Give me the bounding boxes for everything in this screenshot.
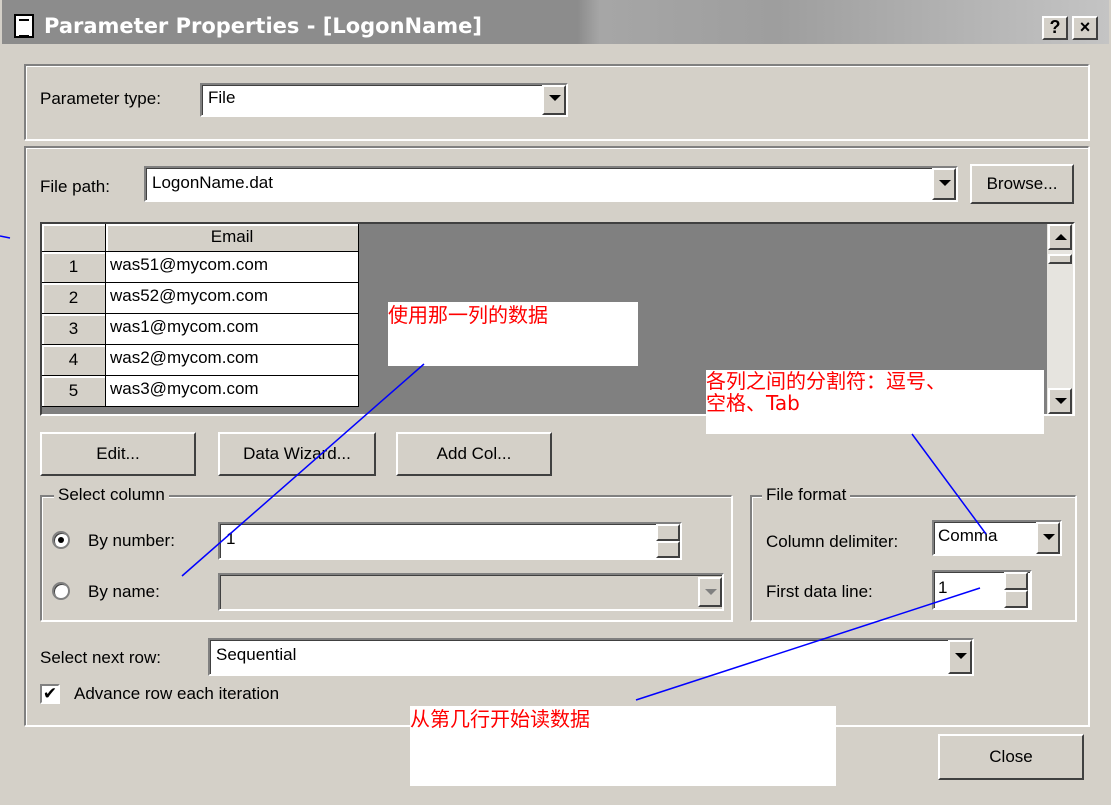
column-delimiter-value: Comma: [938, 526, 998, 545]
add-col-button[interactable]: Add Col...: [396, 432, 552, 476]
by-number-label[interactable]: By number:: [88, 531, 175, 551]
by-name-label[interactable]: By name:: [88, 582, 160, 602]
window-title: Parameter Properties - [LogonName]: [44, 14, 483, 38]
column-delimiter-dropdown-button[interactable]: [1036, 522, 1060, 554]
file-path-label: File path:: [40, 177, 110, 196]
row-number[interactable]: 2: [42, 283, 106, 314]
browse-button[interactable]: Browse...: [970, 164, 1074, 204]
first-data-line-value: 1: [938, 578, 948, 597]
row-number[interactable]: 1: [42, 252, 106, 283]
scroll-thumb[interactable]: [1048, 254, 1072, 264]
scroll-up-button[interactable]: [1048, 224, 1072, 250]
column-number-spinner[interactable]: [656, 524, 680, 558]
advance-row-checkbox[interactable]: ✔: [40, 684, 60, 704]
file-format-group-label: File format: [762, 485, 851, 505]
row-number[interactable]: 5: [42, 376, 106, 407]
spin-down-button[interactable]: [1004, 590, 1028, 608]
select-next-row-label: Select next row:: [40, 648, 161, 667]
help-button[interactable]: ?: [1042, 16, 1068, 40]
close-window-button[interactable]: ×: [1072, 16, 1098, 40]
edit-button[interactable]: Edit...: [40, 432, 196, 476]
select-column-group-label: Select column: [54, 485, 169, 505]
annotation-first-line-note: 从第几行开始读数据: [410, 706, 836, 786]
row-number[interactable]: 3: [42, 314, 106, 345]
chevron-down-icon: [1055, 398, 1067, 404]
chevron-down-icon: [939, 180, 951, 186]
annotation-delimiter-line2: 空格、Tab: [706, 391, 800, 415]
advance-row-label[interactable]: Advance row each iteration: [74, 684, 279, 704]
row-number[interactable]: 4: [42, 345, 106, 376]
grid-cell[interactable]: was2@mycom.com: [106, 345, 359, 376]
chevron-up-icon: [1055, 234, 1067, 240]
chevron-down-icon: [955, 653, 967, 659]
column-delimiter-label: Column delimiter:: [766, 532, 899, 551]
annotation-delimiter-line1: 各列之间的分割符：逗号、: [706, 369, 946, 393]
chevron-down-icon: [1043, 534, 1055, 540]
edit-button-label: Edit...: [96, 444, 140, 463]
add-col-button-label: Add Col...: [436, 444, 512, 463]
close-button[interactable]: Close: [938, 734, 1084, 780]
grid-cell[interactable]: was52@mycom.com: [106, 283, 359, 314]
annotation-delimiter-note: 各列之间的分割符：逗号、 空格、Tab: [706, 370, 1044, 434]
first-data-line-spinner[interactable]: [1004, 572, 1028, 608]
annotation-column-text: 使用那一列的数据: [388, 303, 548, 327]
by-name-radio[interactable]: [52, 582, 70, 600]
data-wizard-button[interactable]: Data Wizard...: [218, 432, 376, 476]
select-next-row-value: Sequential: [216, 645, 297, 664]
parameter-type-label: Parameter type:: [40, 89, 161, 108]
select-next-row-select[interactable]: Sequential: [208, 638, 974, 676]
parameter-type-select[interactable]: File: [200, 83, 568, 117]
parameter-type-dropdown-button[interactable]: [542, 85, 566, 115]
spin-up-button[interactable]: [1004, 572, 1028, 590]
chevron-down-icon: [705, 589, 717, 595]
select-next-row-dropdown-button[interactable]: [948, 640, 972, 674]
column-number-input[interactable]: 1: [218, 522, 682, 560]
spin-up-button[interactable]: [656, 524, 680, 541]
annotation-column-note: 使用那一列的数据: [388, 302, 638, 366]
grid-cell[interactable]: was51@mycom.com: [106, 252, 359, 283]
file-path-value: LogonName.dat: [152, 173, 273, 192]
annotation-first-line-text: 从第几行开始读数据: [410, 707, 590, 731]
document-icon: [14, 14, 34, 38]
column-delimiter-select[interactable]: Comma: [932, 520, 1062, 556]
chevron-down-icon: [549, 95, 561, 101]
data-wizard-button-label: Data Wizard...: [243, 444, 351, 463]
by-number-radio[interactable]: [52, 531, 70, 549]
close-button-label: Close: [989, 747, 1033, 766]
grid-cell[interactable]: was3@mycom.com: [106, 376, 359, 407]
parameter-type-value: File: [208, 88, 236, 107]
title-bar: Parameter Properties - [LogonName] ? ×: [2, 0, 1109, 44]
grid-vertical-scrollbar[interactable]: [1047, 224, 1073, 414]
file-path-dropdown-button[interactable]: [932, 168, 956, 200]
scroll-down-button[interactable]: [1048, 388, 1072, 414]
column-name-dropdown-button: [698, 577, 722, 607]
file-path-combo[interactable]: LogonName.dat: [144, 166, 958, 202]
grid-corner-header[interactable]: [42, 224, 106, 252]
first-data-line-label: First data line:: [766, 582, 873, 601]
column-number-value: 1: [226, 529, 236, 548]
spin-down-button[interactable]: [656, 541, 680, 558]
column-name-select: [218, 573, 724, 611]
radio-selected-dot: [58, 537, 64, 543]
browse-button-label: Browse...: [986, 174, 1058, 193]
grid-cell[interactable]: was1@mycom.com: [106, 314, 359, 345]
grid-column-header-email[interactable]: Email: [106, 224, 359, 252]
